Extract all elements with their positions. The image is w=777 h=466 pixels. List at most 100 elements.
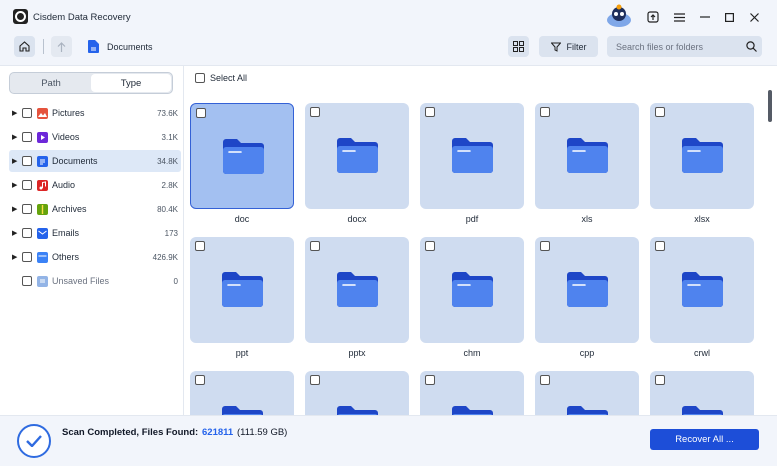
folder-card[interactable]: [650, 237, 754, 343]
folder-checkbox[interactable]: [195, 241, 205, 251]
select-all-checkbox[interactable]: [195, 73, 205, 83]
recover-all-button[interactable]: Recover All ...: [650, 429, 759, 450]
filter-label: Filter: [566, 41, 587, 52]
folder-icon: [567, 406, 608, 415]
pictures-icon: [37, 107, 48, 119]
folder-icon: [337, 138, 378, 173]
folder-card[interactable]: [190, 237, 294, 343]
folder-checkbox[interactable]: [655, 241, 665, 251]
folder-card[interactable]: [650, 103, 754, 209]
folder-checkbox[interactable]: [310, 107, 320, 117]
sidebar-item-label: Unsaved Files: [52, 276, 110, 286]
audio-icon: [37, 179, 48, 191]
folder-card[interactable]: [535, 371, 639, 415]
folder-checkbox[interactable]: [540, 375, 550, 385]
folder-checkbox[interactable]: [310, 375, 320, 385]
sidebar-item-checkbox[interactable]: [22, 228, 32, 238]
menu-icon[interactable]: [671, 9, 687, 25]
expand-caret-icon[interactable]: ▶: [12, 229, 19, 237]
folder-card[interactable]: [535, 103, 639, 209]
grid-icon: [513, 41, 524, 52]
close-icon[interactable]: [746, 9, 762, 25]
folder-card[interactable]: [535, 237, 639, 343]
grid-view-button[interactable]: [508, 36, 529, 57]
select-all[interactable]: Select All: [195, 73, 247, 83]
sidebar-item-emails[interactable]: ▶ Emails 173: [9, 222, 181, 244]
expand-caret-icon[interactable]: ▶: [12, 109, 19, 117]
folder-card[interactable]: [190, 103, 294, 209]
search-icon[interactable]: [746, 41, 757, 52]
sidebar-item-label: Others: [52, 252, 80, 262]
filter-icon: [550, 42, 561, 52]
sidebar-item-unsaved-files[interactable]: ▶Unsaved Files0: [9, 270, 181, 292]
folder-card[interactable]: [420, 103, 524, 209]
folder-checkbox[interactable]: [310, 241, 320, 251]
folder-label: doc: [234, 214, 250, 224]
archives-icon: [37, 203, 48, 215]
expand-caret-icon[interactable]: ▶: [12, 253, 19, 261]
minimize-icon[interactable]: [697, 9, 713, 25]
sidebar-item-checkbox[interactable]: [22, 204, 32, 214]
sidebar-item-checkbox[interactable]: [22, 108, 32, 118]
sidebar-item-count: 3.1K: [161, 132, 178, 142]
others-icon: [37, 251, 48, 263]
folder-checkbox[interactable]: [195, 375, 205, 385]
status-bar: Scan Completed, Files Found: 621811 (111…: [0, 415, 777, 466]
sidebar-item-count: 426.9K: [152, 252, 178, 262]
folder-label: crwl: [694, 348, 710, 358]
folder-label: xls: [581, 214, 593, 224]
sidebar-item-count: 173: [164, 228, 178, 238]
filter-button[interactable]: Filter: [539, 36, 598, 57]
breadcrumb[interactable]: Documents: [107, 42, 153, 52]
tab-type[interactable]: Type: [91, 74, 171, 92]
folder-checkbox[interactable]: [425, 241, 435, 251]
files-found-count: 621811: [202, 427, 234, 438]
toolbar: Documents Filter: [0, 34, 777, 66]
scan-complete-icon: [17, 424, 51, 458]
scrollbar-thumb[interactable]: [768, 90, 772, 122]
tab-path[interactable]: Path: [11, 74, 91, 92]
folder-icon: [223, 139, 264, 174]
sidebar-item-audio[interactable]: ▶ Audio 2.8K: [9, 174, 181, 196]
folder-card[interactable]: [420, 371, 524, 415]
folder-icon: [452, 406, 493, 415]
folder-card[interactable]: [305, 237, 409, 343]
folder-card[interactable]: [420, 237, 524, 343]
folder-checkbox[interactable]: [425, 107, 435, 117]
sidebar-item-checkbox[interactable]: [22, 276, 32, 286]
maximize-icon[interactable]: [721, 9, 737, 25]
sidebar-item-checkbox[interactable]: [22, 180, 32, 190]
folder-card[interactable]: [305, 103, 409, 209]
expand-caret-icon[interactable]: ▶: [12, 157, 19, 165]
folder-card[interactable]: [305, 371, 409, 415]
folder-checkbox[interactable]: [540, 241, 550, 251]
sidebar-item-documents[interactable]: ▶ Documents 34.8K: [9, 150, 181, 172]
sidebar-item-archives[interactable]: ▶ Archives 80.4K: [9, 198, 181, 220]
sidebar-item-pictures[interactable]: ▶ Pictures 73.6K: [9, 102, 181, 124]
folder-checkbox[interactable]: [196, 108, 206, 118]
upload-icon[interactable]: [645, 9, 661, 25]
folder-checkbox[interactable]: [425, 375, 435, 385]
sidebar-item-checkbox[interactable]: [22, 252, 32, 262]
expand-caret-icon[interactable]: ▶: [12, 181, 19, 189]
sidebar-item-checkbox[interactable]: [22, 156, 32, 166]
arrow-up-icon: [57, 41, 66, 52]
home-button[interactable]: [14, 36, 35, 57]
folder-icon: [567, 138, 608, 173]
expand-caret-icon[interactable]: ▶: [12, 205, 19, 213]
sidebar-item-others[interactable]: ▶ Others 426.9K: [9, 246, 181, 268]
folder-checkbox[interactable]: [655, 107, 665, 117]
mascot-icon[interactable]: [605, 4, 633, 28]
sidebar-item-checkbox[interactable]: [22, 132, 32, 142]
up-button[interactable]: [51, 36, 72, 57]
folder-checkbox[interactable]: [655, 375, 665, 385]
sidebar-item-videos[interactable]: ▶ Videos 3.1K: [9, 126, 181, 148]
home-icon: [19, 41, 30, 52]
search-input[interactable]: [607, 36, 762, 57]
folder-label: ppt: [235, 348, 249, 358]
folder-checkbox[interactable]: [540, 107, 550, 117]
expand-caret-icon[interactable]: ▶: [12, 133, 19, 141]
folder-card[interactable]: [650, 371, 754, 415]
folder-label: chm: [463, 348, 481, 358]
folder-card[interactable]: [190, 371, 294, 415]
